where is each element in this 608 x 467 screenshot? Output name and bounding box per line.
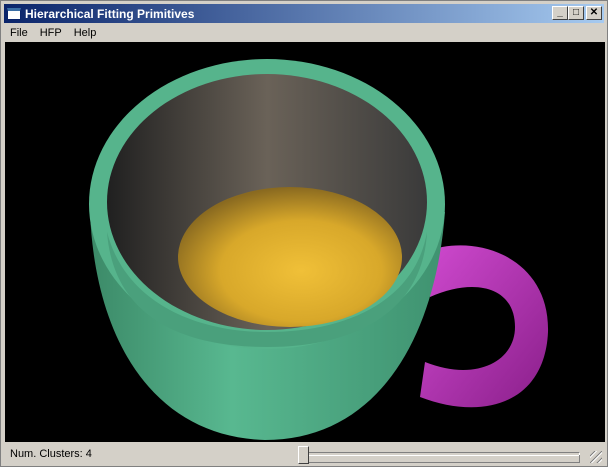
title-bar[interactable]: Hierarchical Fitting Primitives _ □ ✕ [4,4,604,23]
menu-bar: File HFP Help [4,24,102,42]
mug-handle [420,245,549,408]
close-button[interactable]: ✕ [586,6,602,20]
slider-track-lower [298,455,580,463]
num-clusters-label: Num. Clusters: 4 [10,448,92,460]
menu-hfp[interactable]: HFP [34,27,68,39]
window-title: Hierarchical Fitting Primitives [25,6,195,21]
mug-liquid [178,187,402,327]
status-bar: Num. Clusters: 4 [4,443,604,465]
clusters-slider[interactable] [294,445,584,464]
menu-help[interactable]: Help [68,27,103,39]
3d-viewport[interactable] [5,42,605,442]
slider-thumb[interactable] [298,446,309,464]
app-icon [7,7,21,20]
app-window: Hierarchical Fitting Primitives _ □ ✕ Fi… [0,0,608,467]
minimize-button[interactable]: _ [552,6,568,20]
mug-render [89,59,549,440]
resize-grip[interactable] [590,451,602,463]
maximize-button[interactable]: □ [568,6,584,20]
menu-file[interactable]: File [4,27,34,39]
